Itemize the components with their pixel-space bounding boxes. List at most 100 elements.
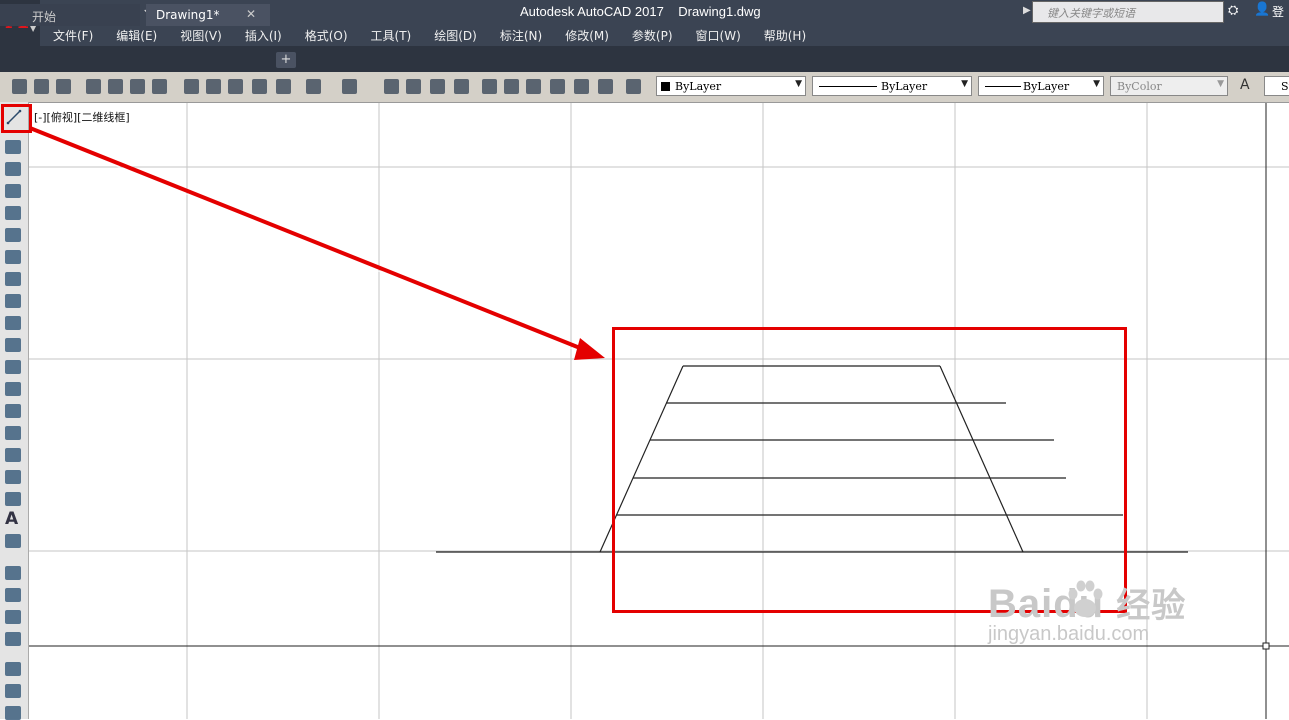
lineweight-select[interactable]: ByLayer ▼ [978,76,1104,96]
gradient-icon[interactable] [5,448,21,462]
make-block-icon[interactable] [5,382,21,396]
point-icon[interactable] [5,404,21,418]
design-center-icon[interactable] [504,79,519,94]
publish-icon[interactable] [130,79,145,94]
tool-palettes-icon[interactable] [526,79,541,94]
undo-icon[interactable] [306,79,321,94]
new-icon[interactable] [12,79,27,94]
text-style-select[interactable]: St [1264,76,1289,96]
polyline-icon[interactable] [5,162,21,176]
chevron-down-icon: ▼ [1217,79,1224,89]
table-icon[interactable] [5,492,21,506]
print-icon[interactable] [86,79,101,94]
layer-isolate-icon[interactable] [5,632,21,646]
menu-item-4[interactable]: 格式(O) [292,24,358,46]
cursor-pickbox [1262,642,1270,650]
lineweight-select-value: ByLayer [1023,80,1070,93]
menu-bar: 文件(F) 编辑(E) 视图(V) 插入(I) 格式(O) 工具(T) 绘图(D) 标注(N)… [40,24,1289,46]
menu-item-3[interactable]: 插入(I) [232,24,292,46]
dimension-icon[interactable] [5,662,21,676]
copy-icon[interactable] [206,79,221,94]
linetype-preview [819,86,877,87]
zoom-window-icon[interactable] [430,79,445,94]
properties-icon[interactable] [482,79,497,94]
menu-item-6[interactable]: 绘图(D) [421,24,487,46]
help-icon[interactable] [626,79,641,94]
linetype-select-value: ByLayer [881,80,928,93]
lineweight-preview [985,86,1021,87]
menu-item-7[interactable]: 标注(N) [487,24,552,46]
highlight-box-drawing [612,327,1127,613]
open-icon[interactable] [34,79,49,94]
plotstyle-select-value: ByColor [1117,80,1162,93]
text-style-select-value: St [1281,80,1289,93]
revision-cloud-icon[interactable] [5,272,21,286]
menu-item-5[interactable]: 工具(T) [358,24,422,46]
standard-toolbar: ByLayer ▼ ByLayer ▼ ByLayer ▼ ByColor ▼ … [0,72,1289,103]
add-selected-icon[interactable] [5,534,21,548]
tab-drawing1-label: Drawing1* [156,8,220,22]
construction-line-icon[interactable] [5,140,21,154]
rectangle-icon[interactable] [5,206,21,220]
circle-icon[interactable] [5,250,21,264]
search-input[interactable]: ▶ 键入关键字或短语 [1023,1,1224,23]
document-name: Drawing1.dwg [678,4,761,19]
paste-icon[interactable] [228,79,243,94]
tab-drawing1[interactable]: Drawing1* ✕ [146,4,270,26]
calculator-icon[interactable] [598,79,613,94]
ellipse-arc-icon[interactable] [5,338,21,352]
close-icon[interactable]: ✕ [246,7,256,21]
match-properties-icon[interactable] [252,79,267,94]
text-icon[interactable]: A [5,509,18,529]
pan-icon[interactable] [384,79,399,94]
save-icon[interactable] [56,79,71,94]
menu-item-0[interactable]: 文件(F) [40,24,103,46]
sheet-set-icon[interactable] [550,79,565,94]
color-select[interactable]: ByLayer ▼ [656,76,806,96]
menu-item-8[interactable]: 修改(M) [552,24,619,46]
app-name: Autodesk AutoCAD 2017 [520,4,664,19]
polygon-icon[interactable] [5,184,21,198]
region-icon[interactable] [5,470,21,484]
layer-state-icon[interactable] [5,588,21,602]
zoom-realtime-icon[interactable] [406,79,421,94]
text-style-icon[interactable]: A [1240,77,1255,93]
chevron-down-icon: ▼ [1093,79,1100,89]
chevron-right-icon: ▶ [1023,5,1031,16]
layer-previous-icon[interactable] [5,610,21,624]
linetype-select[interactable]: ByLayer ▼ [812,76,972,96]
edit-dimension-icon[interactable] [5,706,21,720]
hatch-icon[interactable] [5,426,21,440]
watermark-suffix: 经验 [1116,587,1187,625]
redo-icon[interactable] [342,79,357,94]
menu-item-2[interactable]: 视图(V) [167,24,232,46]
arc-icon[interactable] [5,228,21,242]
binoculars-icon[interactable]: ⛭ [1228,3,1238,18]
3d-print-icon[interactable] [152,79,167,94]
highlight-box-tool [1,104,32,133]
viewport-controls[interactable]: [-][俯视][二维线框] [34,109,130,125]
plotstyle-select[interactable]: ByColor ▼ [1110,76,1228,96]
menu-item-1[interactable]: 编辑(E) [103,24,167,46]
file-tab-bar [0,46,1289,72]
ellipse-icon[interactable] [5,316,21,330]
zoom-previous-icon[interactable] [454,79,469,94]
print-preview-icon[interactable] [108,79,123,94]
new-tab-button[interactable]: + [276,52,296,68]
insert-block-icon[interactable] [5,360,21,374]
leader-icon[interactable] [5,684,21,698]
menu-item-11[interactable]: 帮助(H) [751,24,816,46]
chevron-down-icon: ▼ [961,79,968,89]
tab-start[interactable]: 开始 [0,4,140,26]
window-title: Autodesk AutoCAD 2017 Drawing1.dwg [520,4,761,19]
layer-icon[interactable] [5,566,21,580]
spline-icon[interactable] [5,294,21,308]
chevron-down-icon: ▼ [795,79,802,89]
markup-icon[interactable] [574,79,589,94]
menu-item-9[interactable]: 参数(P) [619,24,683,46]
user-icon[interactable]: 👤 [1254,2,1270,17]
cut-icon[interactable] [184,79,199,94]
block-editor-icon[interactable] [276,79,291,94]
menu-item-10[interactable]: 窗口(W) [683,24,751,46]
sign-in-link[interactable]: 登 [1272,3,1284,20]
